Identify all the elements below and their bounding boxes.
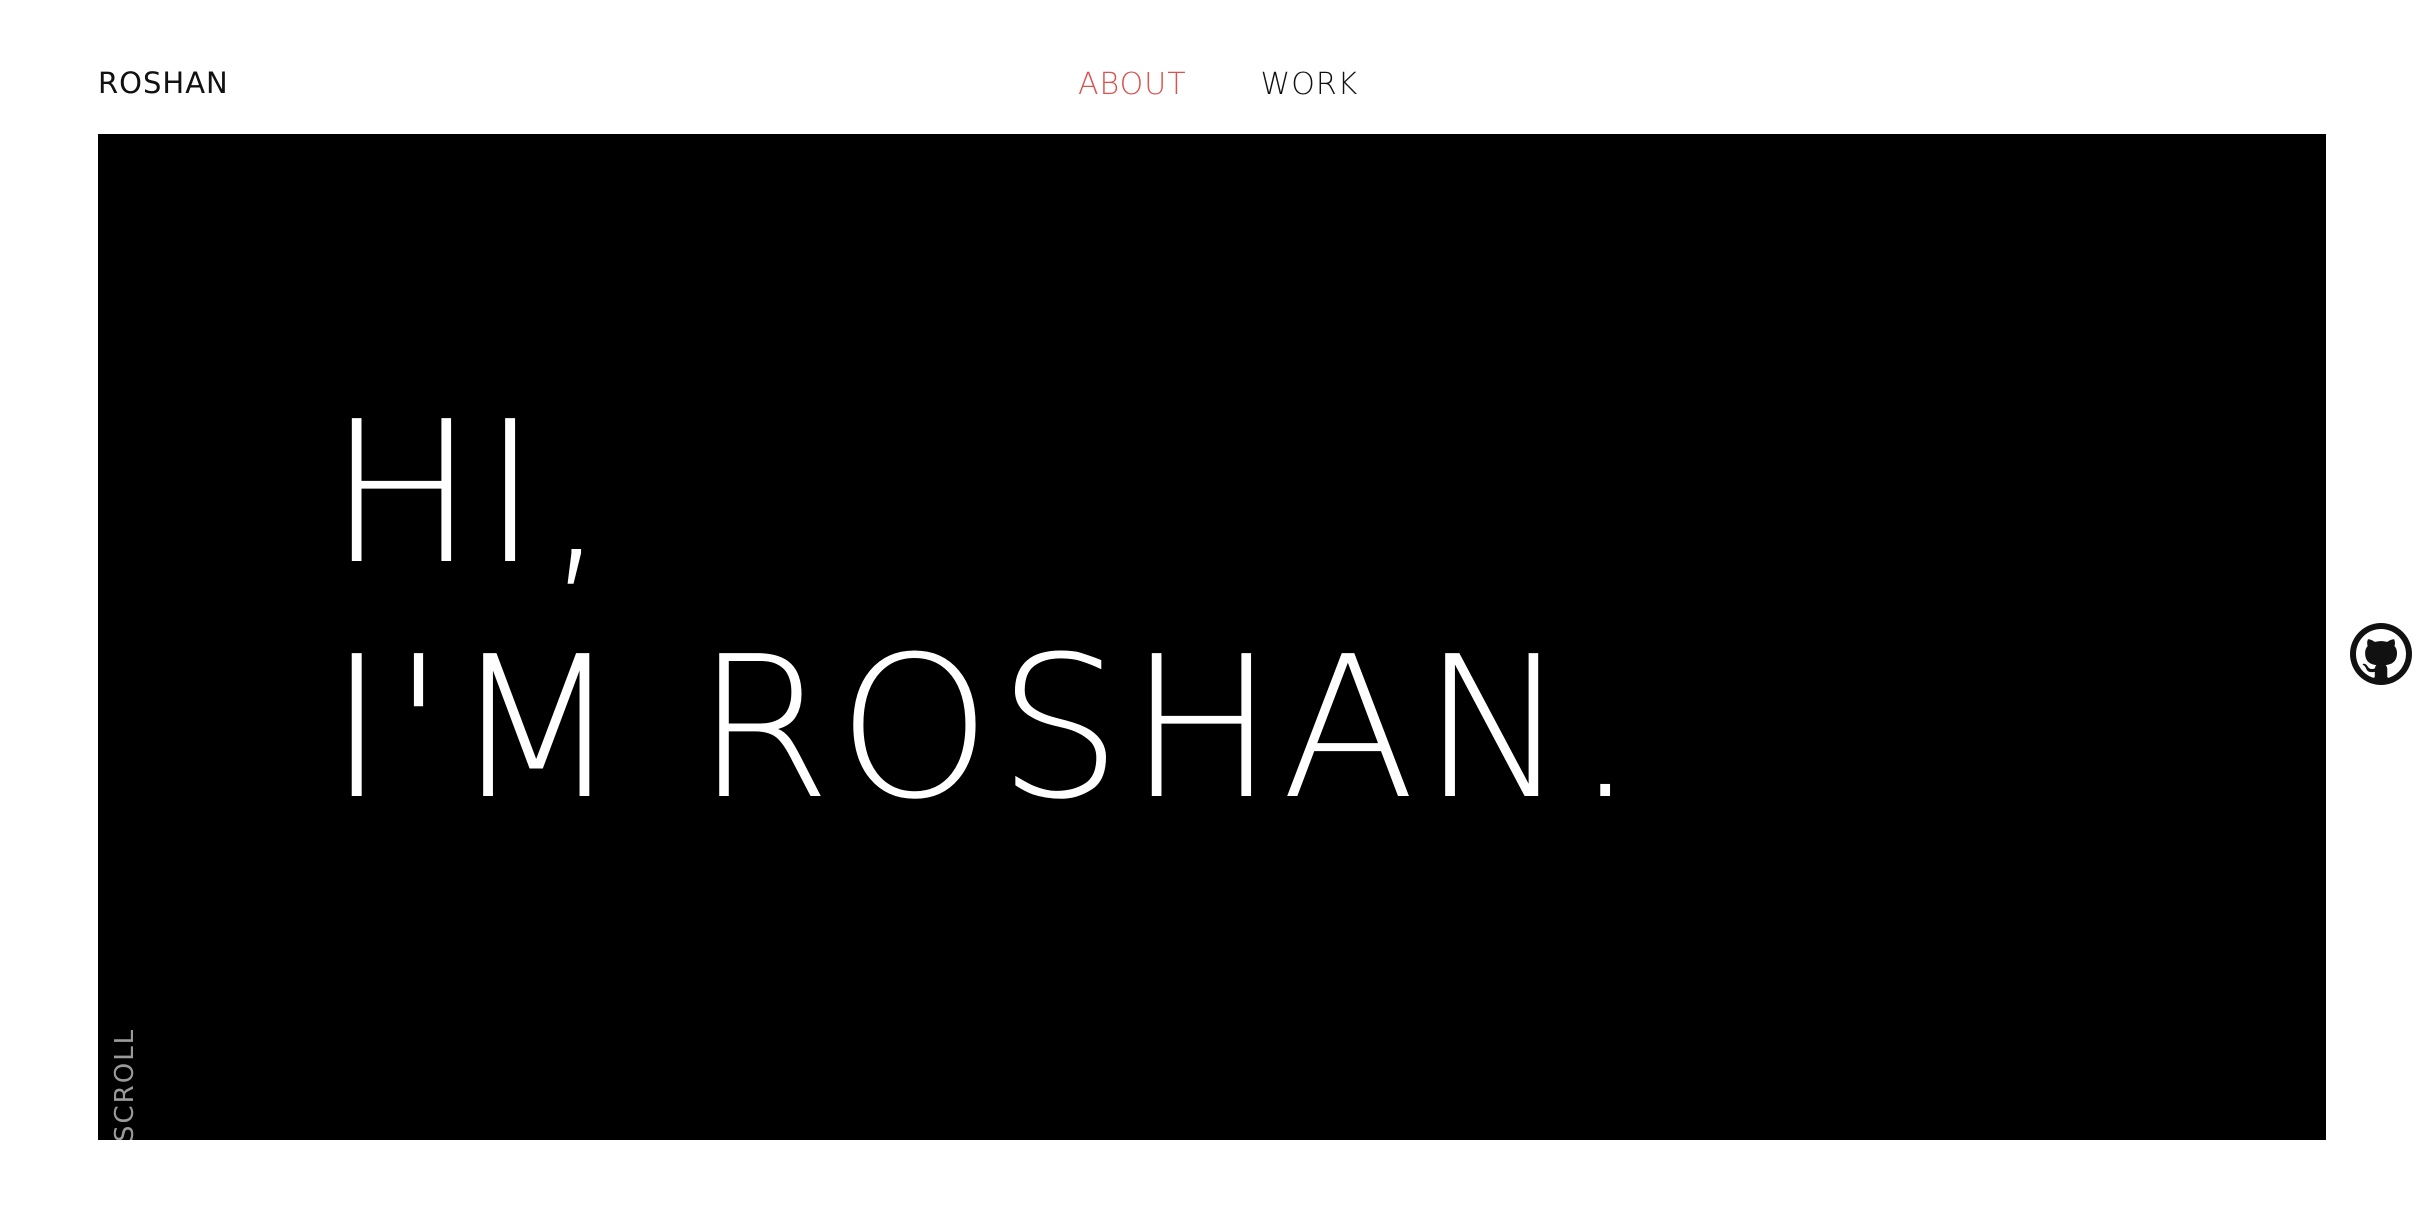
nav-link-about[interactable]: ABOUT [1078,67,1187,102]
main-nav: ABOUT WORK [1078,67,1358,102]
hero-greeting: HI, [328,380,614,608]
github-icon [2356,629,2406,678]
hero-title: I'M ROSHAN. [328,615,1643,843]
scroll-indicator[interactable]: SCROLL [110,1028,140,1140]
nav-link-work[interactable]: WORK [1261,67,1359,102]
site-header: ROSHAN ABOUT WORK [0,0,2420,134]
site-logo[interactable]: ROSHAN [98,66,229,100]
hero-banner: HI, I'M ROSHAN. SCROLL [98,134,2326,1140]
github-link[interactable] [2350,623,2412,685]
